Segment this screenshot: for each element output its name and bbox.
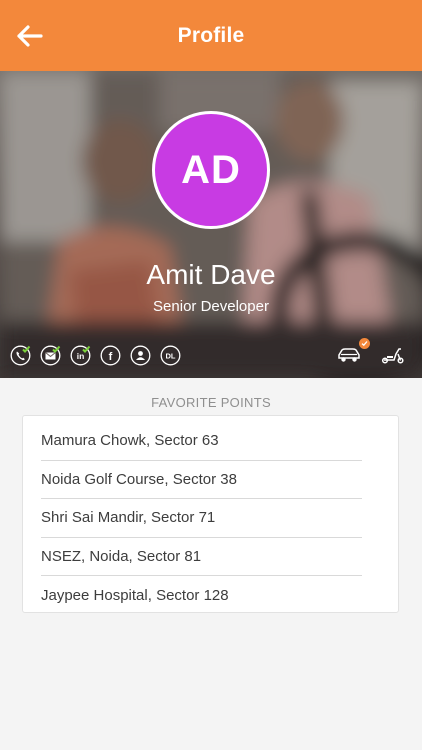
- list-item[interactable]: Mamura Chowk, Sector 63: [41, 422, 362, 461]
- linkedin-icon: in: [70, 345, 91, 366]
- avatar[interactable]: AD: [152, 111, 270, 229]
- page-title: Profile: [177, 23, 245, 47]
- email-verified-button[interactable]: [40, 345, 61, 366]
- app-bar: Profile: [0, 0, 422, 71]
- linkedin-verified-button[interactable]: in: [70, 345, 91, 366]
- driving-license-verify-button[interactable]: DL: [160, 345, 181, 366]
- svg-text:in: in: [77, 351, 85, 361]
- phone-verified-button[interactable]: [10, 345, 31, 366]
- id-card-icon: [130, 345, 151, 366]
- favorite-points-list: Mamura Chowk, Sector 63 Noida Golf Cours…: [22, 415, 399, 613]
- scooter-option[interactable]: [380, 345, 406, 365]
- email-icon: [40, 345, 61, 366]
- selected-badge: [359, 338, 370, 349]
- list-item[interactable]: Shri Sai Mandir, Sector 71: [41, 499, 362, 538]
- profile-job-title: Senior Developer: [153, 298, 269, 315]
- profile-name: Amit Dave: [146, 259, 276, 290]
- svg-text:DL: DL: [166, 351, 176, 360]
- facebook-verify-button[interactable]: f: [100, 345, 121, 366]
- back-button[interactable]: [14, 21, 44, 51]
- car-option[interactable]: [336, 338, 370, 365]
- arrow-left-icon: [17, 25, 43, 47]
- list-item[interactable]: Jaypee Hospital, Sector 128: [41, 576, 362, 615]
- verification-badges: in f DL: [10, 345, 181, 366]
- car-icon: [338, 348, 360, 362]
- svg-text:f: f: [109, 351, 113, 363]
- check-icon: [361, 341, 368, 347]
- id-verify-button[interactable]: [130, 345, 151, 366]
- list-item[interactable]: NSEZ, Noida, Sector 81: [41, 538, 362, 576]
- scooter-icon: [381, 348, 404, 364]
- facebook-icon: f: [100, 345, 121, 366]
- favorite-points-heading: FAVORITE POINTS: [151, 395, 271, 410]
- profile-header: AD Amit Dave Senior Developer in f DL: [0, 71, 422, 378]
- vehicle-selector: [336, 338, 406, 365]
- list-item[interactable]: Noida Golf Course, Sector 38: [41, 461, 362, 499]
- phone-icon: [10, 345, 31, 366]
- driving-license-icon: DL: [160, 345, 181, 366]
